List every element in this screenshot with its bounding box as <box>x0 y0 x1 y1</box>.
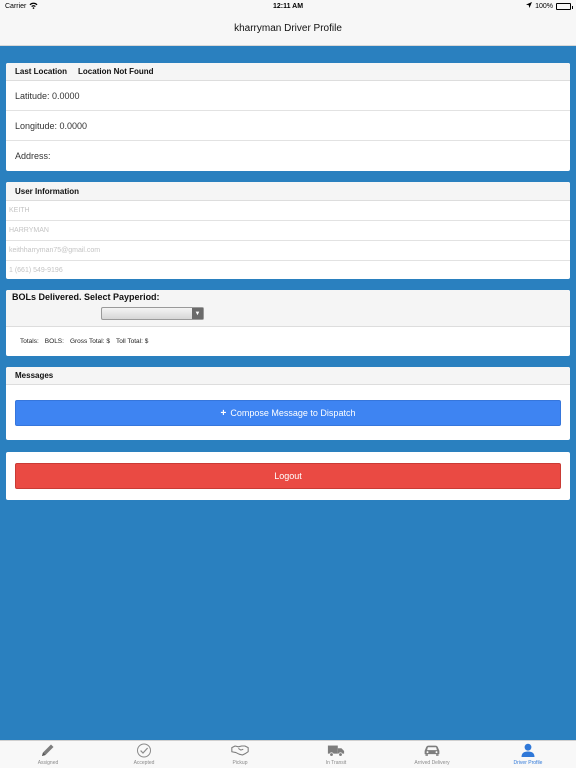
phone-value: 1 (661) 549-9196 <box>9 266 63 274</box>
address-text: Address: <box>15 150 51 161</box>
location-status: Location Not Found <box>78 67 154 76</box>
tab-assigned[interactable]: Assigned <box>0 741 96 768</box>
user-info-panel: User Information KEITH HARRYMAN keithhar… <box>6 182 570 279</box>
longitude-text: Longitude: 0.0000 <box>15 120 88 131</box>
location-header-label: Last Location <box>15 67 68 76</box>
user-info-title: User Information <box>15 186 80 196</box>
user-info-header: User Information <box>6 182 570 201</box>
messages-title: Messages <box>15 371 54 380</box>
phone-field[interactable]: 1 (661) 549-9196 <box>6 261 570 279</box>
battery-icon <box>556 2 573 10</box>
wifi-icon <box>29 2 38 11</box>
nav-bar: kharryman Driver Profile <box>0 12 576 46</box>
tab-in-transit-label: In Transit <box>325 760 347 766</box>
status-left: Carrier <box>5 2 38 11</box>
latitude-row: Latitude: 0.0000 <box>6 81 570 111</box>
car-icon <box>423 742 441 758</box>
carrier-label: Carrier <box>5 2 27 10</box>
totals-row: Totals: BOLS: Gross Total: $ Toll Total:… <box>20 338 148 345</box>
payperiod-select[interactable]: ▼ <box>101 307 204 320</box>
last-name-value: HARRYMAN <box>9 227 49 234</box>
status-bar: Carrier 12:11 AM 100% <box>0 0 576 12</box>
tab-driver-profile-label: Driver Profile <box>513 760 543 766</box>
tab-assigned-label: Assigned <box>37 760 59 766</box>
longitude-row: Longitude: 0.0000 <box>6 111 570 141</box>
first-name-value: KEITH <box>9 207 30 214</box>
checkmark-icon <box>135 742 153 758</box>
truck-icon <box>327 742 345 758</box>
pencil-icon <box>39 742 57 758</box>
tab-bar: Assigned Accepted Pickup In Transit Arri… <box>0 740 576 768</box>
compose-message-button[interactable]: + Compose Message to Dispatch <box>15 400 561 426</box>
messages-panel: Messages + Compose Message to Dispatch <box>6 367 570 440</box>
compose-message-label: Compose Message to Dispatch <box>230 408 356 418</box>
email-field[interactable]: keithharryman75@gmail.com <box>6 241 570 261</box>
location-header: Last Location Location Not Found <box>6 63 570 81</box>
bols-panel: BOLs Delivered. Select Payperiod: ▼ Tota… <box>6 290 570 356</box>
totals-label: Totals: <box>20 338 39 345</box>
latitude-text: Latitude: 0.0000 <box>15 90 80 101</box>
email-value: keithharryman75@gmail.com <box>9 247 101 254</box>
gross-total-label: Gross Total: $ <box>69 338 110 345</box>
person-icon <box>519 742 537 758</box>
chevron-down-icon: ▼ <box>192 308 203 319</box>
page-title: kharryman Driver Profile <box>234 23 342 34</box>
status-time: 12:11 AM <box>272 2 304 10</box>
last-name-field[interactable]: HARRYMAN <box>6 221 570 241</box>
first-name-field[interactable]: KEITH <box>6 201 570 221</box>
logout-label: Logout <box>274 471 302 481</box>
address-row: Address: <box>6 141 570 170</box>
tab-arrived-delivery-label: Arrived Delivery <box>414 760 450 766</box>
logout-button[interactable]: Logout <box>15 463 561 489</box>
tab-accepted-label: Accepted <box>133 760 155 766</box>
payperiod-value <box>102 316 105 323</box>
tab-pickup-label: Pickup <box>232 760 248 766</box>
location-panel: Last Location Location Not Found Latitud… <box>6 63 570 171</box>
plus-icon: + <box>220 407 227 419</box>
bols-count-label: BOLS: <box>44 338 64 345</box>
bols-header: BOLs Delivered. Select Payperiod: ▼ <box>6 290 570 327</box>
messages-header: Messages <box>6 367 570 385</box>
toll-total-label: Toll Total: $ <box>115 338 149 345</box>
battery-percent: 100% <box>535 2 553 10</box>
tab-driver-profile[interactable]: Driver Profile <box>480 741 576 768</box>
tab-pickup[interactable]: Pickup <box>192 741 288 768</box>
tab-arrived-delivery[interactable]: Arrived Delivery <box>384 741 480 768</box>
status-right: 100% <box>526 2 573 10</box>
tab-accepted[interactable]: Accepted <box>96 741 192 768</box>
tab-in-transit[interactable]: In Transit <box>288 741 384 768</box>
logout-panel: Logout <box>6 452 570 500</box>
location-arrow-icon <box>526 2 533 10</box>
bols-title: BOLs Delivered. Select Payperiod: <box>12 292 160 302</box>
handshake-icon <box>231 742 249 758</box>
